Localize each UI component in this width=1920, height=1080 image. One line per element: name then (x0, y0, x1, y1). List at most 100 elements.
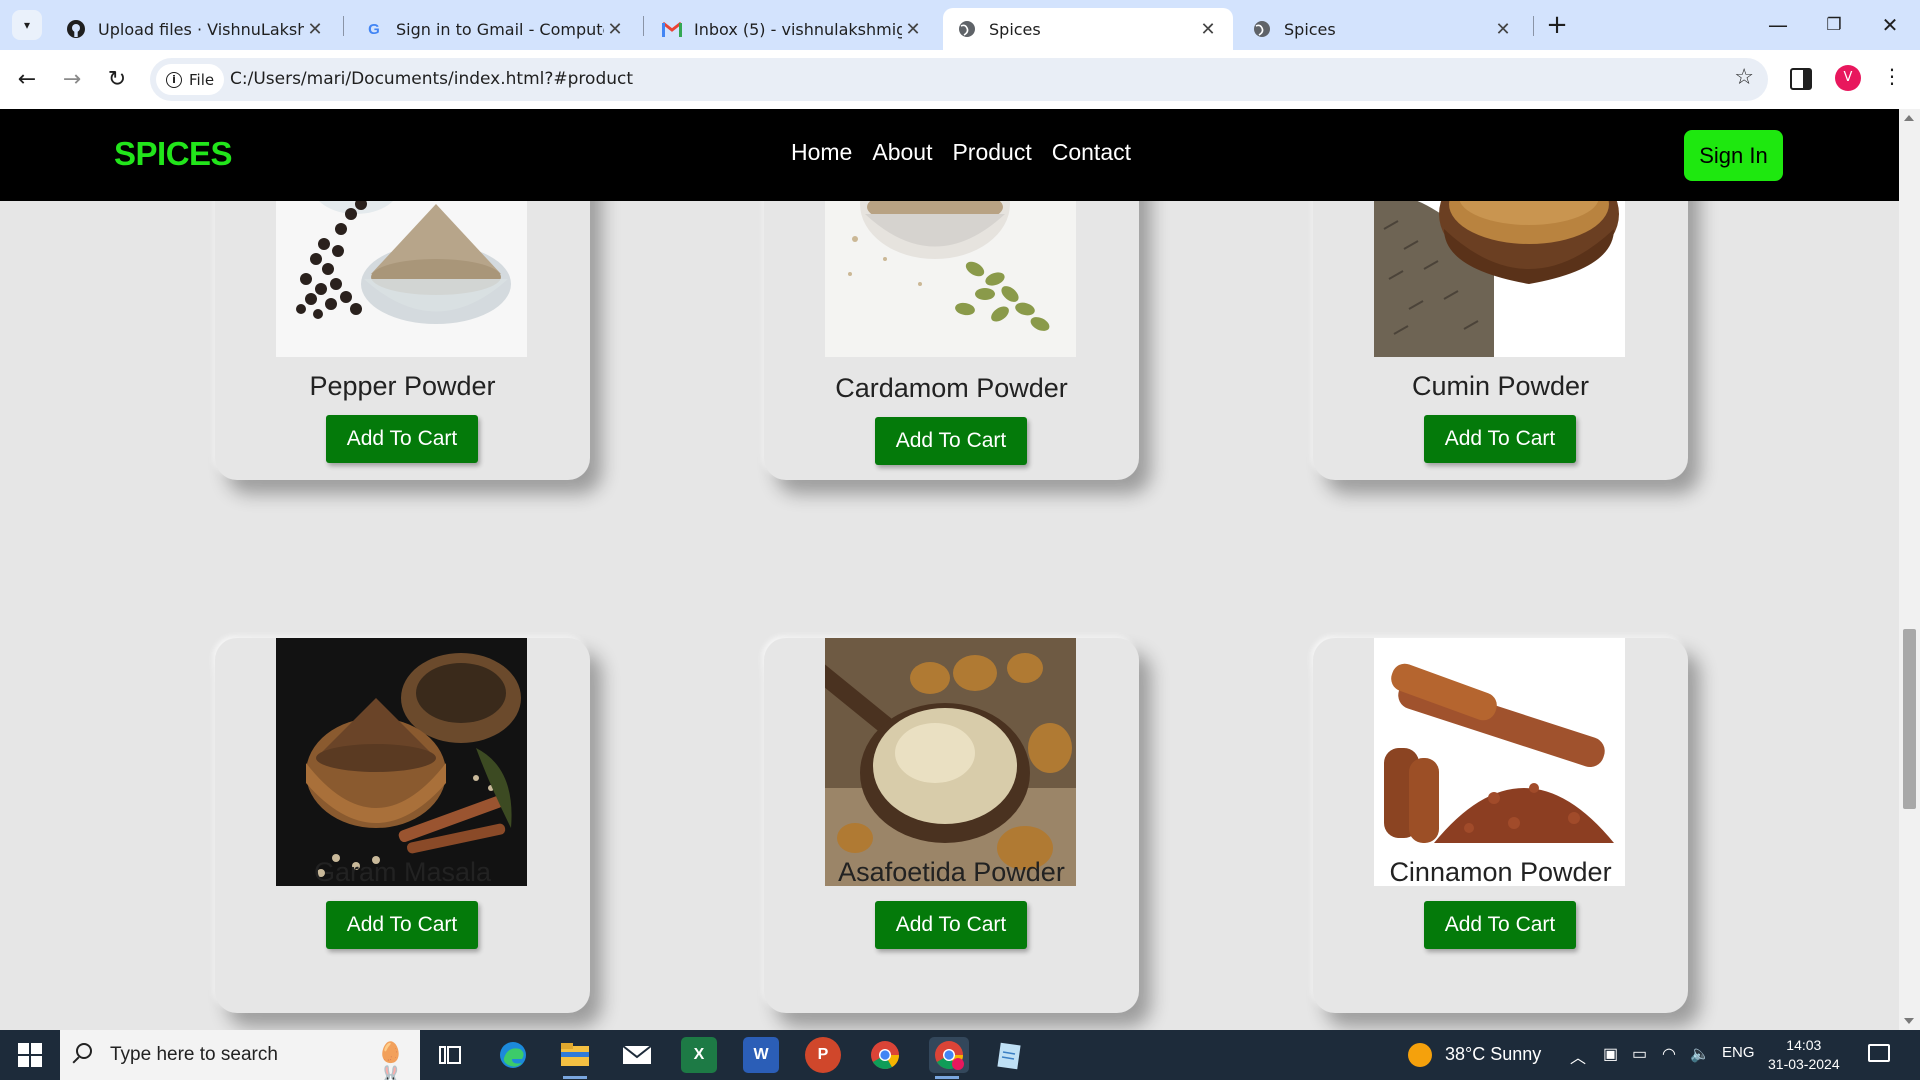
excel-icon[interactable]: X (681, 1037, 717, 1073)
site-logo[interactable]: SPICES (114, 135, 233, 173)
reload-button[interactable]: ↻ (99, 62, 135, 98)
site-navbar: SPICES Home About Product Contact Sign I… (0, 109, 1899, 201)
add-to-cart-button[interactable]: Add To Cart (1424, 901, 1576, 949)
browser-tab[interactable]: Upload files · VishnuLakshmi-G ✕ (52, 8, 340, 50)
nav-link-about[interactable]: About (872, 139, 932, 166)
network-device-icon[interactable]: ▣ (1603, 1044, 1618, 1064)
url-text[interactable]: C:/Users/mari/Documents/index.html?#prod… (230, 69, 633, 89)
product-name: Asafoetida Powder (838, 857, 1065, 887)
add-to-cart-button[interactable]: Add To Cart (875, 901, 1027, 949)
sign-in-button[interactable]: Sign In (1684, 130, 1783, 181)
notepad-icon[interactable] (991, 1037, 1027, 1073)
close-tab-icon[interactable]: ✕ (1492, 19, 1514, 40)
browser-tab[interactable]: G Sign in to Gmail - Computer - G ✕ (350, 8, 640, 50)
volume-icon[interactable]: 🔈 (1690, 1044, 1710, 1064)
wifi-icon[interactable]: ◠ (1662, 1044, 1676, 1064)
arrow-left-icon: ← (17, 67, 37, 92)
tab-title: Inbox (5) - vishnulakshmig2004 (694, 19, 902, 39)
side-panel-icon[interactable] (1790, 68, 1812, 90)
search-icon (76, 1043, 92, 1059)
restore-button[interactable]: ❐ (1814, 8, 1854, 42)
page-scrollbar[interactable] (1899, 109, 1920, 1030)
powerpoint-icon[interactable]: P (805, 1037, 841, 1073)
back-button[interactable]: ← (9, 62, 45, 98)
minimize-button[interactable]: — (1758, 8, 1798, 42)
globe-icon (957, 19, 977, 39)
tab-title: Upload files · VishnuLakshmi-G (98, 19, 304, 39)
clock-date: 31-03-2024 (1768, 1056, 1840, 1072)
gmail-icon (662, 19, 682, 39)
add-to-cart-button[interactable]: Add To Cart (326, 901, 478, 949)
tab-separator (1533, 16, 1534, 36)
nav-link-contact[interactable]: Contact (1052, 139, 1131, 166)
clock-time: 14:03 (1786, 1037, 1822, 1053)
asafoetida-powder-image (825, 638, 1076, 886)
scrollbar-thumb[interactable] (1903, 629, 1916, 809)
product-card: Cinnamon Powder Add To Cart (1313, 638, 1688, 1013)
page-viewport: SPICES Home About Product Contact Sign I… (0, 109, 1899, 1030)
file-explorer-icon[interactable] (557, 1037, 593, 1079)
cinnamon-powder-image (1374, 638, 1625, 886)
weather-text[interactable]: 38°C Sunny (1445, 1044, 1541, 1065)
tab-search-button[interactable]: ▾ (12, 10, 42, 40)
site-info-label: File (189, 70, 215, 89)
add-to-cart-button[interactable]: Add To Cart (1424, 415, 1576, 463)
edge-icon[interactable] (495, 1037, 531, 1073)
product-name: Garam Masala (313, 857, 492, 887)
tab-separator (643, 16, 644, 36)
chevron-down-icon: ▾ (23, 18, 31, 32)
tab-title: Spices (989, 19, 1041, 39)
new-tab-button[interactable]: + (1542, 10, 1572, 40)
bookmark-star-icon[interactable]: ☆ (1734, 65, 1754, 90)
globe-icon (1252, 19, 1272, 39)
nav-link-product[interactable]: Product (952, 139, 1031, 166)
browser-tab-bar: ▾ Upload files · VishnuLakshmi-G ✕ G Sig… (0, 0, 1920, 50)
product-name: Cumin Powder (1411, 371, 1590, 401)
address-bar[interactable]: i File C:/Users/mari/Documents/index.htm… (150, 58, 1768, 101)
nav-menu: Home About Product Contact (791, 139, 1131, 166)
browser-tab-active[interactable]: Spices ✕ (943, 8, 1233, 50)
product-name: Pepper Powder (309, 371, 496, 401)
scroll-down-arrow-icon[interactable] (1904, 1018, 1914, 1024)
forward-button[interactable]: → (54, 62, 90, 98)
browser-tab[interactable]: Inbox (5) - vishnulakshmig2004 ✕ (648, 8, 938, 50)
tab-title: Sign in to Gmail - Computer - G (396, 19, 604, 39)
info-icon: i (166, 71, 182, 88)
more-menu-icon[interactable]: ⋮ (1882, 64, 1902, 88)
browser-tab[interactable]: Spices ✕ (1238, 8, 1528, 50)
windows-start-icon[interactable] (12, 1042, 48, 1068)
product-card: Asafoetida Powder Add To Cart (764, 638, 1139, 1013)
weather-sun-icon (1408, 1043, 1432, 1067)
word-icon[interactable]: W (743, 1037, 779, 1073)
scroll-up-arrow-icon[interactable] (1904, 115, 1914, 121)
garam-masala-image (276, 638, 527, 886)
taskbar-search-box[interactable]: Type here to search 🥚🐰 (60, 1030, 420, 1080)
site-info-chip[interactable]: i File (156, 64, 225, 95)
battery-icon[interactable]: ▭ (1632, 1044, 1647, 1064)
add-to-cart-button[interactable]: Add To Cart (875, 417, 1027, 465)
chrome-profile-icon[interactable] (929, 1037, 969, 1079)
add-to-cart-button[interactable]: Add To Cart (326, 415, 478, 463)
google-icon: G (368, 20, 380, 38)
language-indicator[interactable]: ENG (1722, 1044, 1755, 1061)
close-tab-icon[interactable]: ✕ (304, 19, 326, 40)
reload-icon: ↻ (107, 67, 127, 92)
arrow-right-icon: → (62, 67, 82, 92)
tab-separator (343, 16, 344, 36)
task-view-icon[interactable] (432, 1037, 468, 1073)
close-tab-icon[interactable]: ✕ (604, 19, 626, 40)
windows-taskbar: Type here to search 🥚🐰 X W P 38°C Sunny … (0, 1030, 1920, 1080)
show-hidden-icons-chevron-icon[interactable]: ︿ (1570, 1044, 1586, 1068)
easter-eggs-icon: 🥚🐰 (378, 1040, 403, 1080)
nav-link-home[interactable]: Home (791, 139, 852, 166)
mail-icon[interactable] (619, 1037, 655, 1073)
clock[interactable]: 14:03 31-03-2024 (1768, 1036, 1840, 1074)
profile-avatar[interactable]: V (1835, 65, 1861, 91)
close-tab-icon[interactable]: ✕ (902, 19, 924, 40)
notifications-icon[interactable] (1868, 1044, 1890, 1062)
chrome-icon[interactable] (867, 1037, 903, 1073)
close-tab-icon[interactable]: ✕ (1197, 19, 1219, 40)
window-close-button[interactable]: ✕ (1870, 8, 1910, 42)
search-placeholder: Type here to search (110, 1044, 278, 1065)
product-name: Cardamom Powder (835, 373, 1068, 403)
